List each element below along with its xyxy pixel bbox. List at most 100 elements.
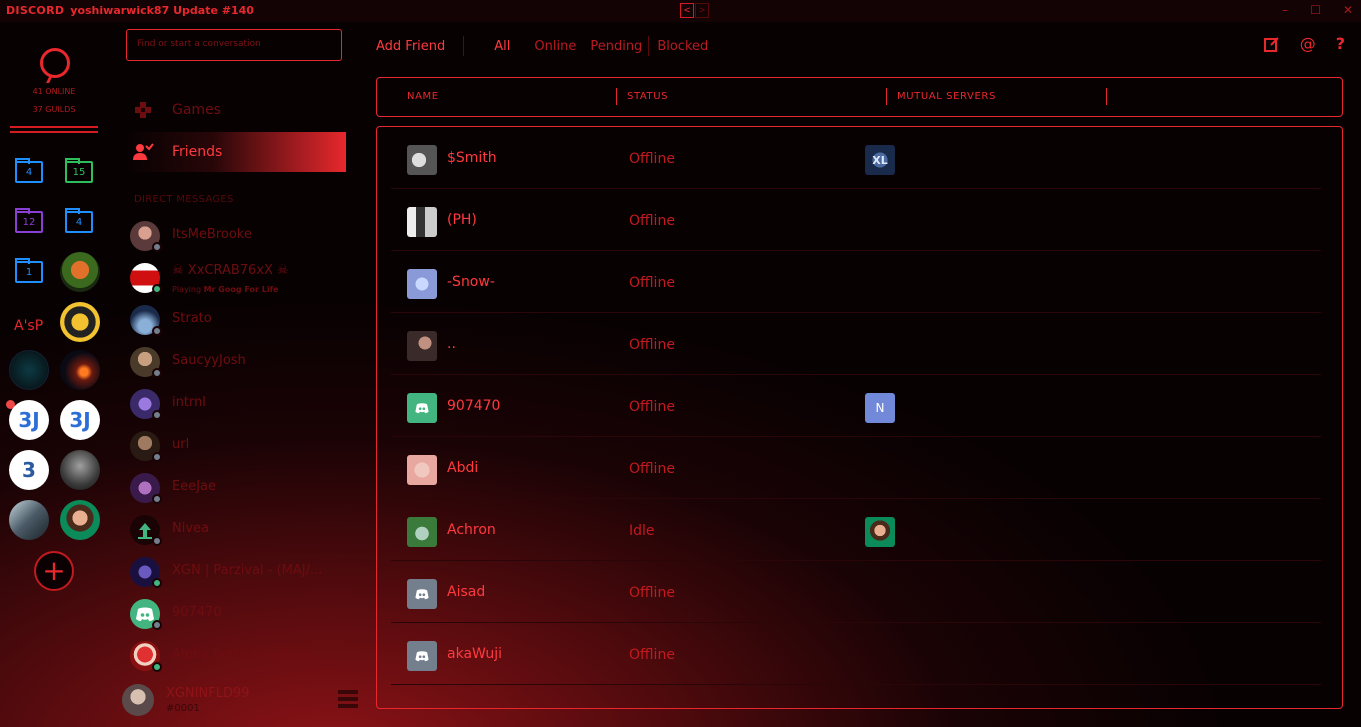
friend-row[interactable]: $Smith Offline XL	[391, 127, 1321, 189]
status-indicator	[152, 620, 162, 630]
folder-count: 4	[25, 166, 33, 178]
friend-row[interactable]: Achron Idle	[391, 499, 1321, 561]
discord-logo: DISCORD	[6, 4, 65, 17]
guild-icon[interactable]	[60, 350, 100, 390]
guild-folder[interactable]: 4	[65, 208, 93, 233]
friend-status: Offline	[629, 399, 675, 415]
friend-row[interactable]: Abdi Offline	[391, 437, 1321, 499]
guild-icon[interactable]	[60, 450, 100, 490]
dm-item[interactable]: EeeJae	[130, 470, 350, 508]
forward-button[interactable]: >	[695, 3, 709, 18]
status-indicator	[152, 368, 162, 378]
dm-item[interactable]: intrnl	[130, 386, 350, 424]
avatar	[407, 331, 437, 361]
home-chat-icon[interactable]	[40, 48, 70, 78]
tab-blocked[interactable]: Blocked	[657, 39, 708, 54]
dm-item[interactable]: Strato	[130, 302, 350, 340]
guild-icon[interactable]	[9, 500, 49, 540]
user-name: XGNINFLD99	[166, 686, 250, 701]
guild-icon[interactable]: 3J	[60, 400, 100, 440]
friend-name: (PH)	[447, 212, 477, 228]
avatar[interactable]	[122, 684, 154, 716]
folder-count: 15	[72, 166, 86, 178]
status-indicator	[152, 284, 162, 294]
guild-separator	[10, 131, 98, 133]
mutual-server-icon[interactable]: XL	[865, 145, 895, 175]
tab-all[interactable]: All	[494, 39, 510, 54]
friend-row[interactable]: akaWuji Offline	[391, 623, 1321, 685]
conversation-search-input[interactable]: Find or start a conversation	[126, 29, 342, 61]
tab-online[interactable]: Online	[534, 39, 576, 54]
friend-row[interactable]: 907470 Offline N	[391, 375, 1321, 437]
settings-icon[interactable]	[338, 690, 358, 710]
column-name[interactable]: NAME	[407, 91, 439, 102]
minimize-button[interactable]: –	[1282, 3, 1288, 17]
dm-activity: Playing Mr Goog For Life	[172, 285, 278, 294]
column-status[interactable]: STATUS	[627, 91, 668, 102]
guild-icon[interactable]: 3	[9, 450, 49, 490]
add-guild-button[interactable]: +	[34, 551, 74, 591]
activity-game: Mr Goog For Life	[203, 285, 279, 294]
add-friend-button[interactable]: Add Friend	[376, 39, 445, 54]
online-count: 41 ONLINE	[32, 87, 76, 96]
tab-divider	[648, 36, 650, 56]
friends-main: Add Friend All Online Pending Blocked @ …	[360, 22, 1361, 727]
friend-status: Offline	[629, 647, 675, 663]
guild-folder[interactable]: 12	[15, 208, 43, 233]
dm-item[interactable]: Alpha betty spaghetti	[130, 638, 350, 676]
friend-status: Offline	[629, 337, 675, 353]
dm-item[interactable]: ItsMeBrooke	[130, 218, 350, 256]
guild-text-icon[interactable]: A'sP	[14, 318, 43, 334]
guild-icon[interactable]	[60, 500, 100, 540]
friend-name: ..	[447, 336, 456, 352]
help-icon[interactable]: ?	[1336, 36, 1345, 52]
friend-name: Achron	[447, 522, 496, 538]
mutual-server-icon[interactable]: N	[865, 393, 895, 423]
guild-icon[interactable]: 3J	[9, 400, 49, 440]
dm-name: ☠ XxCRAB76xX ☠	[172, 263, 289, 278]
nav-label: Friends	[172, 144, 223, 160]
nav-friends[interactable]: Friends	[128, 132, 346, 172]
status-indicator	[152, 452, 162, 462]
dm-name: Strato	[172, 311, 212, 326]
guild-folder[interactable]: 15	[65, 158, 93, 183]
window-update: Update #140	[173, 4, 254, 17]
folder-count: 1	[25, 266, 33, 278]
friend-status: Offline	[629, 275, 675, 291]
friends-tabbar: Add Friend All Online Pending Blocked	[376, 34, 708, 58]
dm-name: intrnl	[172, 395, 206, 410]
new-dm-icon[interactable]	[1263, 36, 1280, 52]
guild-icon[interactable]	[60, 252, 100, 292]
maximize-button[interactable]: ☐	[1310, 3, 1321, 17]
column-divider	[616, 88, 617, 105]
friend-row[interactable]: (PH) Offline	[391, 189, 1321, 251]
back-button[interactable]: <	[680, 3, 694, 18]
window-title: DISCORD yoshiwarwick87 Update #140	[6, 4, 254, 17]
friend-row[interactable]: -Snow- Offline	[391, 251, 1321, 313]
guild-icon[interactable]	[60, 302, 100, 342]
friend-name: $Smith	[447, 150, 497, 166]
dm-item[interactable]: SaucyyJosh	[130, 344, 350, 382]
guild-icon[interactable]	[9, 350, 49, 390]
dm-item[interactable]: ☠ XxCRAB76xX ☠ Playing Mr Goog For Life	[130, 260, 350, 298]
status-indicator	[152, 242, 162, 252]
close-button[interactable]: ✕	[1343, 3, 1353, 17]
gamepad-icon	[132, 99, 154, 121]
guild-folder[interactable]: 4	[15, 158, 43, 183]
guild-folder[interactable]: 1	[15, 258, 43, 283]
mentions-icon[interactable]: @	[1300, 36, 1316, 52]
dm-item[interactable]: url	[130, 428, 350, 466]
dm-section-header: DIRECT MESSAGES	[134, 194, 234, 205]
tab-pending[interactable]: Pending	[590, 39, 642, 54]
friends-column-header: NAME STATUS MUTUAL SERVERS	[376, 77, 1343, 117]
dm-item[interactable]: 907470	[130, 596, 350, 634]
dm-item[interactable]: Nivea	[130, 512, 350, 550]
column-mutual-servers[interactable]: MUTUAL SERVERS	[897, 91, 996, 102]
friend-row[interactable]: .. Offline	[391, 313, 1321, 375]
mutual-server-icon[interactable]	[865, 517, 895, 547]
dm-name: ItsMeBrooke	[172, 227, 252, 242]
dm-item[interactable]: XGN | Parzival - (MAJ/...	[130, 554, 350, 592]
friend-row[interactable]: Aisad Offline	[391, 561, 1321, 623]
status-indicator	[152, 578, 162, 588]
nav-games[interactable]: Games	[128, 90, 346, 130]
